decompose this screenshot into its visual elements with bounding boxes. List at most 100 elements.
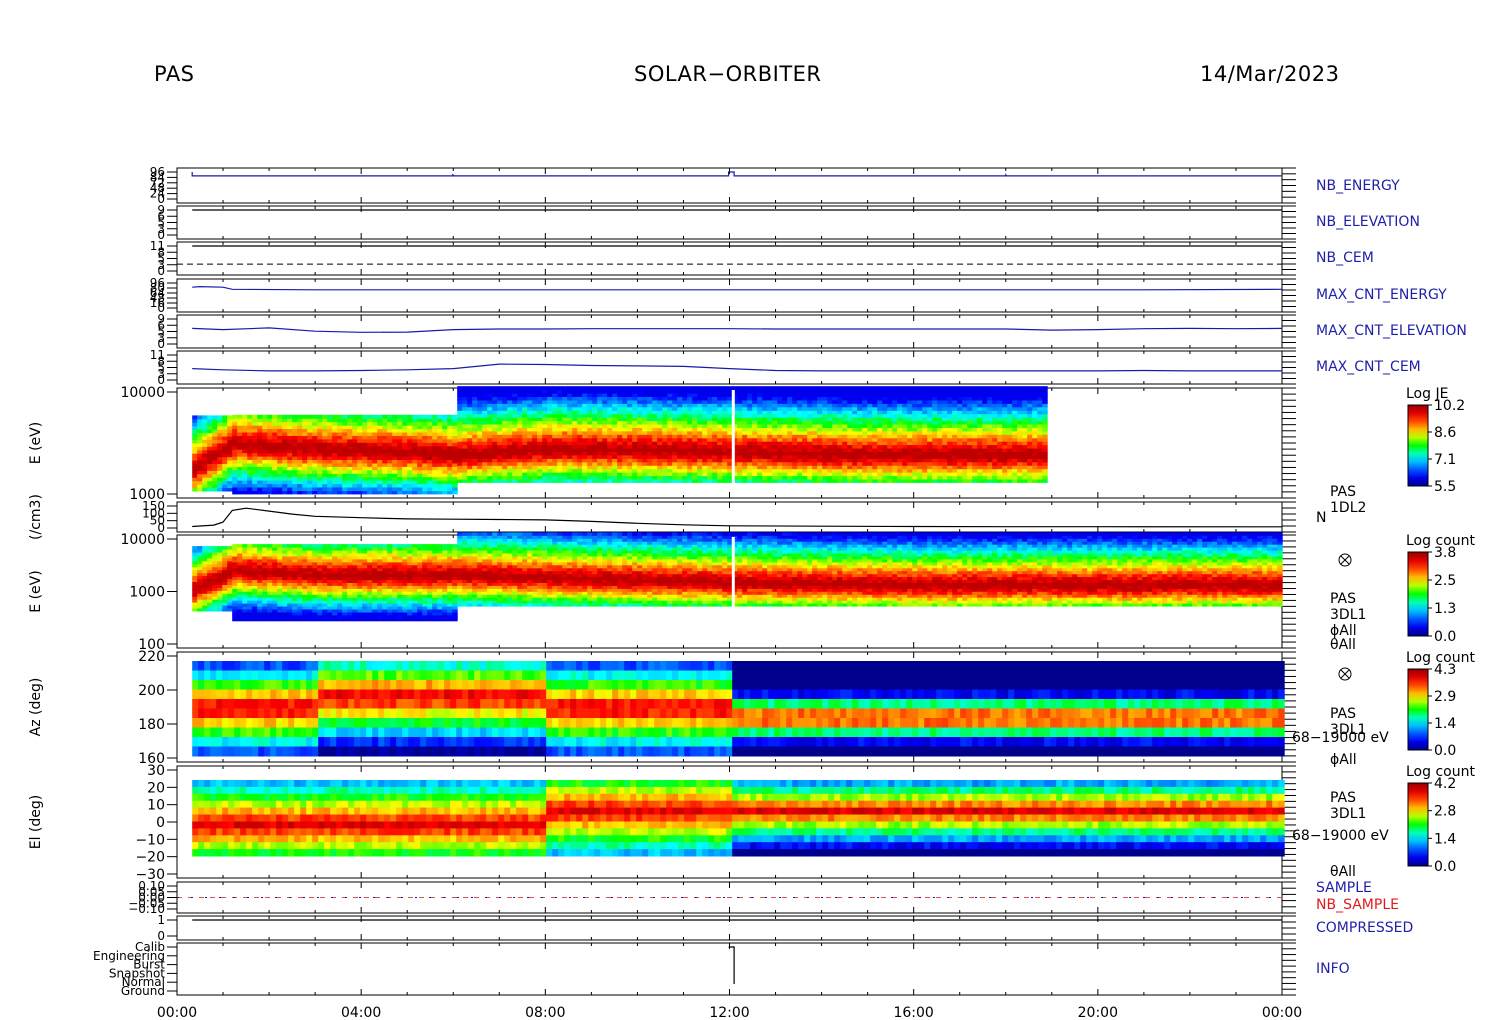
heatmap-cell <box>762 396 768 401</box>
heatmap-cell <box>537 472 543 477</box>
heatmap-cell <box>302 418 308 423</box>
heatmap-cell <box>387 445 393 450</box>
heatmap-cell <box>387 442 393 447</box>
heatmap-cell <box>532 410 538 415</box>
heatmap-cell <box>557 434 563 439</box>
heatmap-cell <box>817 424 823 428</box>
heatmap-cell <box>652 386 658 391</box>
heatmap-cell <box>777 454 783 459</box>
heatmap-cell <box>502 437 508 442</box>
heatmap-cell <box>362 473 368 478</box>
heatmap-cell <box>307 432 313 436</box>
heatmap-cell <box>332 442 338 447</box>
heatmap-cell <box>947 472 953 477</box>
heatmap-cell <box>507 413 513 418</box>
heatmap-cell <box>612 396 618 401</box>
heatmap-cell <box>827 413 833 418</box>
heatmap-cell <box>872 413 878 418</box>
heatmap-cell <box>937 406 943 411</box>
heatmap-cell <box>462 461 468 466</box>
heatmap-cell <box>472 386 478 391</box>
heatmap-cell <box>927 437 933 442</box>
heatmap-cell <box>977 406 983 411</box>
heatmap-cell <box>442 487 448 491</box>
heatmap-cell <box>362 432 368 436</box>
heatmap-cell <box>747 396 753 401</box>
heatmap-cell <box>202 432 208 437</box>
heatmap-cell <box>362 459 368 464</box>
heatmap-cell <box>237 432 243 436</box>
heatmap-cell <box>447 459 453 464</box>
heatmap-cell <box>472 424 478 428</box>
heatmap-cell <box>417 449 423 454</box>
heatmap-cell <box>747 472 753 477</box>
heatmap-cell <box>622 406 628 411</box>
heatmap-cell <box>657 424 663 428</box>
heatmap-cell <box>477 434 483 439</box>
heatmap-cell <box>612 413 618 418</box>
heatmap-cell <box>247 414 253 419</box>
heatmap-cell <box>792 465 798 470</box>
heatmap-cell <box>557 413 563 418</box>
heatmap-cell <box>1017 413 1023 418</box>
heatmap-cell <box>697 410 703 415</box>
heatmap-cell <box>667 454 673 459</box>
heatmap-cell <box>762 410 768 415</box>
heatmap-cell <box>822 410 828 415</box>
heatmap-cell <box>207 415 213 420</box>
heatmap-cell <box>707 406 713 411</box>
heatmap-cell <box>517 472 523 477</box>
heatmap-cell <box>857 424 863 428</box>
heatmap-cell <box>792 413 798 418</box>
heatmap-cell <box>492 410 498 415</box>
heatmap-cell <box>212 480 218 485</box>
heatmap-cell <box>867 437 873 442</box>
heatmap-cell <box>232 449 238 454</box>
heatmap-cell <box>402 432 408 436</box>
heatmap-cell <box>407 469 413 474</box>
heatmap-cell <box>687 472 693 477</box>
heatmap-cell <box>597 413 603 418</box>
heatmap-cell <box>572 424 578 428</box>
heatmap-cell <box>707 444 713 449</box>
heatmap-cell <box>707 454 713 459</box>
heatmap-cell <box>302 432 308 436</box>
heatmap-cell <box>527 413 533 418</box>
heatmap-cell <box>407 432 413 436</box>
heatmap-cell <box>247 469 253 474</box>
heatmap-cell <box>982 437 988 442</box>
heatmap-cell <box>977 437 983 442</box>
heatmap-cell <box>497 444 503 449</box>
heatmap-cell <box>677 465 683 470</box>
heatmap-cell <box>927 454 933 459</box>
heatmap-cell <box>647 413 653 418</box>
heatmap-cell <box>962 424 968 428</box>
heatmap-cell <box>787 386 793 391</box>
heatmap-cell <box>537 437 543 442</box>
heatmap-cell <box>457 386 463 391</box>
heatmap-cell <box>567 396 573 401</box>
heatmap-cell <box>712 437 718 442</box>
heatmap-cell <box>427 421 433 426</box>
heatmap-cell <box>647 434 653 439</box>
heatmap-cell <box>497 434 503 439</box>
heatmap-cell <box>912 437 918 442</box>
nb-energy-side-label: NB_ENERGY <box>1316 178 1400 194</box>
heatmap-cell <box>617 434 623 439</box>
heatmap-cell <box>557 396 563 401</box>
heatmap-cell <box>772 437 778 442</box>
heatmap-cell <box>207 432 213 437</box>
heatmap-cell <box>532 437 538 442</box>
heatmap-cell <box>502 424 508 428</box>
heatmap-cell <box>1037 406 1043 411</box>
heatmap-cell <box>202 453 208 458</box>
heatmap-cell <box>992 410 998 415</box>
heatmap-cell <box>417 442 423 447</box>
heatmap-cell <box>912 413 918 418</box>
heatmap-cell <box>582 465 588 470</box>
heatmap-cell <box>367 445 373 450</box>
heatmap-cell <box>522 454 528 459</box>
heatmap-cell <box>417 445 423 450</box>
heatmap-cell <box>882 413 888 418</box>
heatmap-cell <box>262 414 268 419</box>
